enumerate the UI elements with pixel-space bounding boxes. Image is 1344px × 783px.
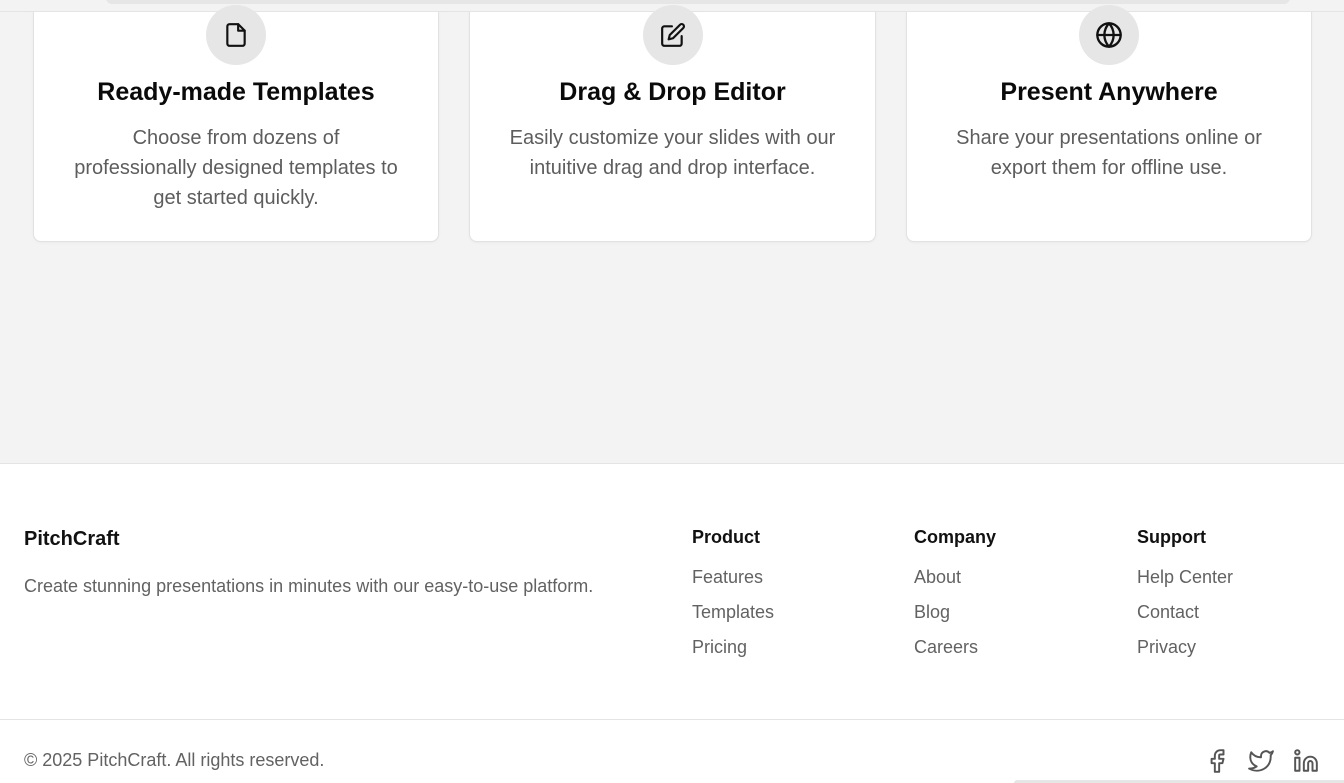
footer-link-help-center[interactable]: Help Center <box>1137 567 1233 588</box>
feature-title: Ready-made Templates <box>97 78 375 106</box>
nav-bar-fragment <box>106 0 1290 4</box>
footer-link-careers[interactable]: Careers <box>914 637 978 658</box>
feature-title: Drag & Drop Editor <box>559 78 786 106</box>
feature-card-editor: Drag & Drop Editor Easily customize your… <box>469 5 876 242</box>
footer-link-templates[interactable]: Templates <box>692 602 774 623</box>
footer-link-blog[interactable]: Blog <box>914 602 950 623</box>
feature-description: Share your presentations online or expor… <box>956 127 1262 179</box>
footer-column-support: Support Help Center Contact Privacy <box>1137 527 1233 657</box>
footer-column-heading: Support <box>1137 527 1206 547</box>
feature-card-present: Present Anywhere Share your presentation… <box>906 5 1312 242</box>
site-footer: PitchCraft Create stunning presentations… <box>0 463 1344 783</box>
feature-card-templates: Ready-made Templates Choose from dozens … <box>33 5 439 242</box>
footer-column-heading: Company <box>914 527 997 547</box>
facebook-icon[interactable] <box>1204 748 1230 774</box>
footer-link-pricing[interactable]: Pricing <box>692 637 747 658</box>
feature-title: Present Anywhere <box>1000 78 1218 106</box>
edit-icon <box>642 5 703 65</box>
footer-column-heading: Product <box>692 527 761 547</box>
footer-divider <box>0 719 1344 720</box>
feature-description: Choose from dozens of professionally des… <box>74 127 398 209</box>
footer-link-features[interactable]: Features <box>692 567 763 588</box>
footer-column-company: Company About Blog Careers <box>914 527 997 657</box>
footer-tagline: Create stunning presentations in minutes… <box>24 576 594 596</box>
copyright-text: © 2025 PitchCraft. All rights reserved. <box>24 750 325 770</box>
footer-column-product: Product Features Templates Pricing <box>692 527 774 657</box>
globe-icon <box>1079 5 1139 65</box>
twitter-icon[interactable] <box>1248 748 1274 774</box>
file-icon <box>206 5 266 65</box>
linkedin-icon[interactable] <box>1293 748 1319 774</box>
footer-link-privacy[interactable]: Privacy <box>1137 637 1196 658</box>
footer-link-contact[interactable]: Contact <box>1137 602 1199 623</box>
footer-link-about[interactable]: About <box>914 567 961 588</box>
feature-description: Easily customize your slides with our in… <box>509 127 836 179</box>
footer-brand[interactable]: PitchCraft <box>24 528 120 551</box>
